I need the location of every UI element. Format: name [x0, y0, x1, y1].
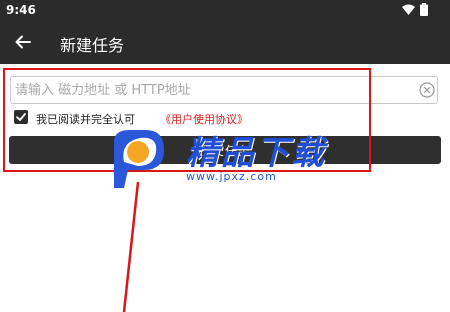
status-bar: 9:46	[0, 0, 450, 20]
user-agreement-link[interactable]: 《用户使用协议》	[160, 111, 248, 127]
watermark-url: www.jpxz.com	[186, 170, 277, 183]
arrow-left-icon[interactable]	[14, 33, 32, 51]
clear-circle-icon[interactable]	[419, 82, 435, 98]
submit-task-button[interactable]: 提交任务	[9, 136, 441, 164]
agreement-text: 我已阅读并完全认可	[36, 113, 135, 126]
app-toolbar: 新建任务	[0, 20, 450, 64]
agreement-checkbox[interactable]	[14, 110, 28, 124]
status-time: 9:46	[6, 3, 36, 17]
page-title: 新建任务	[60, 36, 125, 55]
wifi-icon	[402, 4, 415, 18]
submit-task-label: 提交任务	[198, 143, 251, 158]
magnet-url-input[interactable]	[10, 76, 438, 104]
battery-icon	[420, 3, 428, 19]
